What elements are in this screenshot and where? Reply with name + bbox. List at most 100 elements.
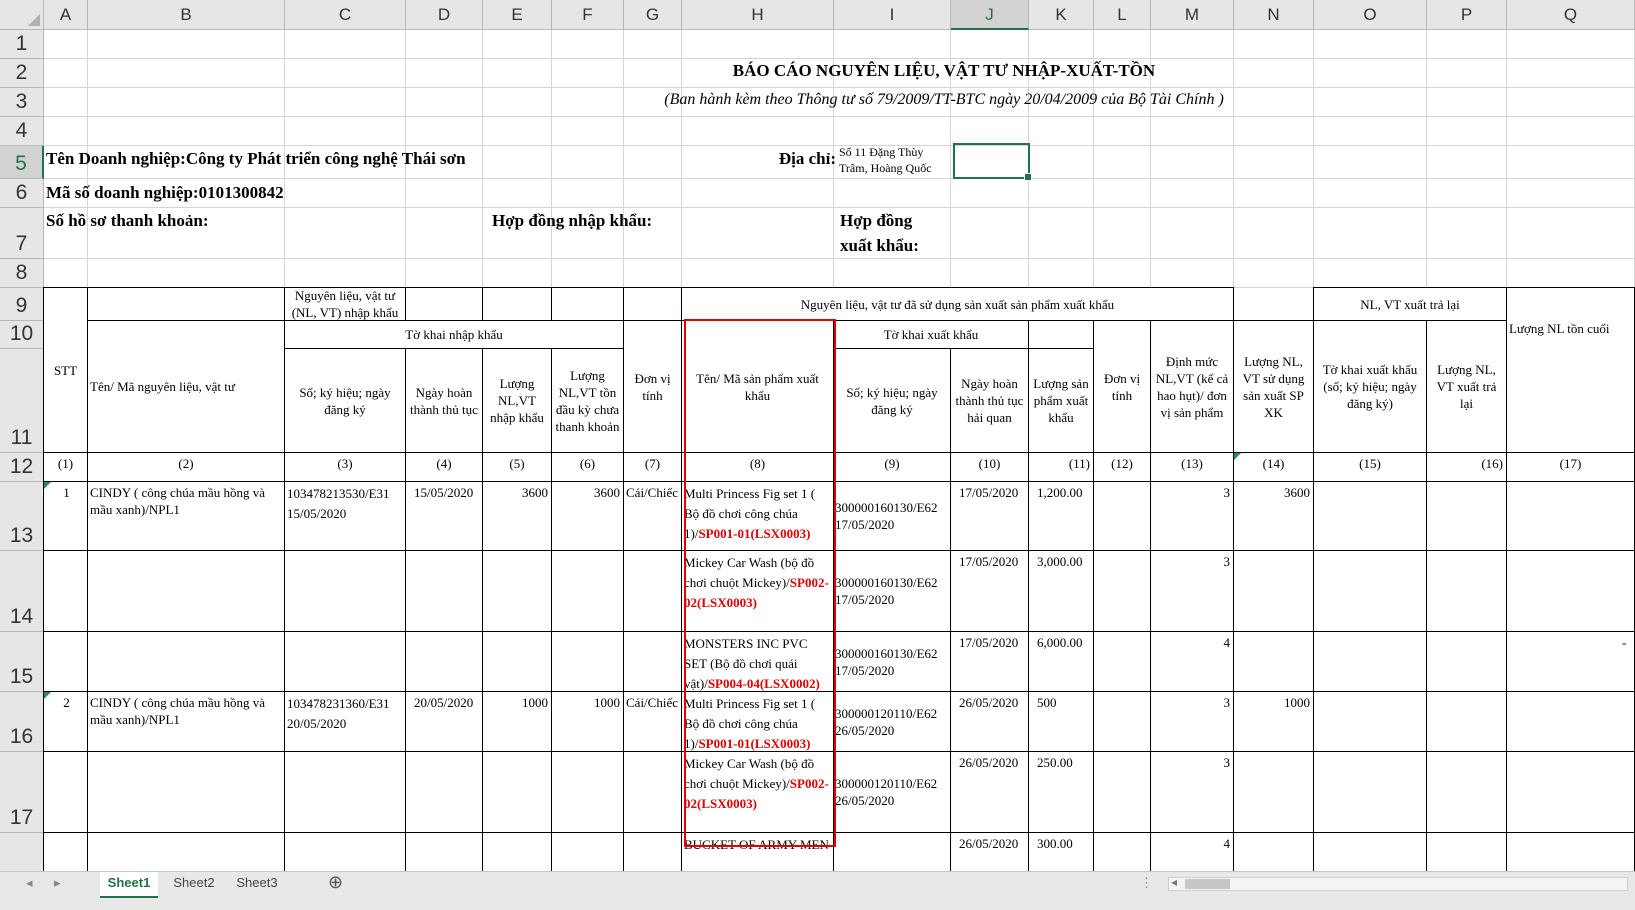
column-header-q[interactable]: Q [1507, 0, 1635, 30]
cell-unit2[interactable] [1093, 481, 1151, 551]
col-number-17[interactable]: (17) [1506, 452, 1635, 482]
row-header-12[interactable]: 12 [0, 453, 44, 482]
col-number-13[interactable]: (13) [1150, 452, 1234, 482]
column-header-n[interactable]: N [1234, 0, 1314, 30]
add-sheet-icon[interactable]: ⊕ [328, 872, 343, 893]
cell-import-qty[interactable]: 1000 [482, 691, 552, 752]
header-used-qty[interactable]: Lượng NL, VT sử dụng sản xuất SP XK [1233, 320, 1314, 453]
address-label[interactable]: Địa chỉ: [699, 144, 839, 174]
cell-import-qty[interactable] [482, 832, 552, 872]
header-product[interactable]: Tên/ Mã sản phẩm xuất khẩu [681, 320, 834, 453]
cell-remain-qty[interactable] [551, 631, 624, 692]
sheet-tab-sheet2[interactable]: Sheet2 [165, 872, 223, 896]
cell-stt[interactable] [43, 832, 88, 872]
cell-norm[interactable]: 4 [1150, 631, 1234, 692]
header-unit2[interactable]: Đơn vị tính [1093, 320, 1151, 453]
tax-code[interactable]: Mã số doanh nghiệp:0101300842 [46, 180, 766, 206]
row-header-7[interactable]: 7 [0, 208, 44, 259]
cell-used-qty[interactable] [1233, 631, 1314, 692]
row-header-16[interactable]: 16 [0, 692, 44, 752]
col-number-6[interactable]: (6) [551, 452, 624, 482]
cell-import-qty[interactable] [482, 751, 552, 833]
sheet-tab-sheet3[interactable]: Sheet3 [228, 872, 286, 896]
header-export-qty[interactable]: Lượng sản phẩm xuất khẩu [1028, 348, 1094, 453]
column-header-m[interactable]: M [1151, 0, 1234, 30]
column-header-c[interactable]: C [285, 0, 406, 30]
header-ret-qty[interactable]: Lượng NL, VT xuất trả lại [1426, 320, 1507, 453]
cell-import-no[interactable]: 103478213530/E31 15/05/2020 [284, 481, 406, 551]
cell-export-no[interactable]: 300000160130/E62 17/05/2020 [833, 631, 951, 692]
company-name[interactable]: Tên Doanh nghiệp:Công ty Phát triển công… [46, 144, 766, 174]
cell-remain-qty[interactable] [551, 550, 624, 632]
cell-unit2[interactable] [1093, 631, 1151, 692]
cell-ret-decl[interactable] [1313, 631, 1427, 692]
cell-stt[interactable]: 2 [43, 691, 88, 752]
cell-material[interactable]: CINDY ( công chúa mầu hồng và mầu xanh)/… [87, 691, 285, 752]
cell-ret-decl[interactable] [1313, 832, 1427, 872]
cell-end-qty[interactable] [1506, 691, 1635, 752]
cell-used-qty[interactable] [1233, 751, 1314, 833]
cell-norm[interactable]: 3 [1150, 550, 1234, 632]
cell-end-qty[interactable] [1506, 481, 1635, 551]
cell-import-no[interactable]: 103478231360/E31 20/05/2020 [284, 691, 406, 752]
col-number-2[interactable]: (2) [87, 452, 285, 482]
header-blank-g[interactable] [623, 287, 682, 321]
scroll-thumb[interactable] [1185, 879, 1230, 889]
row-header-6[interactable]: 6 [0, 179, 44, 208]
cell-ret-decl[interactable] [1313, 751, 1427, 833]
cell-unit2[interactable] [1093, 550, 1151, 632]
header-export-date[interactable]: Ngày hoàn thành thủ tục hải quan [950, 348, 1029, 453]
column-header-a[interactable]: A [44, 0, 88, 30]
cell-product[interactable]: Multi Princess Fig set 1 ( Bộ đồ chơi cô… [681, 481, 834, 551]
cell-import-date[interactable]: 20/05/2020 [405, 691, 483, 752]
cell-material[interactable] [87, 550, 285, 632]
column-header-j[interactable]: J [951, 0, 1029, 30]
column-header-d[interactable]: D [406, 0, 483, 30]
col-number-1[interactable]: (1) [43, 452, 88, 482]
cell-export-date[interactable]: 26/05/2020 [950, 691, 1029, 752]
cell-remain-qty[interactable] [551, 751, 624, 833]
cell-import-no[interactable] [284, 550, 406, 632]
header-import-no[interactable]: Số; ký hiệu; ngày đăng ký [284, 348, 406, 453]
scroll-left-button[interactable]: ◂ [1171, 875, 1177, 889]
column-header-o[interactable]: O [1314, 0, 1427, 30]
header-ret-decl[interactable]: Tờ khai xuất khẩu (số; ký hiệu; ngày đăn… [1313, 320, 1427, 453]
cell-material[interactable] [87, 832, 285, 872]
cell-material[interactable]: CINDY ( công chúa mầu hồng và mầu xanh)/… [87, 481, 285, 551]
col-number-12[interactable]: (12) [1093, 452, 1151, 482]
header-material-top[interactable] [87, 287, 285, 321]
header-end-qty[interactable]: Lượng NL tồn cuối [1506, 287, 1635, 453]
cell-import-date[interactable] [405, 550, 483, 632]
cell-unit[interactable] [623, 832, 682, 872]
cell-material[interactable] [87, 631, 285, 692]
col-number-11[interactable]: (11) [1028, 452, 1094, 482]
cell-import-no[interactable] [284, 832, 406, 872]
cell-export-date[interactable]: 26/05/2020 [950, 832, 1029, 872]
cell-ret-qty[interactable] [1426, 631, 1507, 692]
cell-unit[interactable] [623, 550, 682, 632]
dossier-label[interactable]: Số hồ sơ thanh khoản: [46, 208, 466, 234]
cell-ret-qty[interactable] [1426, 751, 1507, 833]
col-number-7[interactable]: (7) [623, 452, 682, 482]
row-header-1[interactable]: 1 [0, 30, 44, 59]
import-contract-label[interactable]: Hợp đồng nhập khẩu: [492, 208, 792, 234]
column-header-p[interactable]: P [1427, 0, 1507, 30]
column-header-l[interactable]: L [1094, 0, 1151, 30]
cell-remain-qty[interactable] [551, 832, 624, 872]
options-icon[interactable]: ⋮ [1140, 875, 1153, 891]
cell-end-qty[interactable] [1506, 631, 1635, 692]
header-export-decl[interactable]: Tờ khai xuất khẩu [833, 320, 1029, 349]
cell-unit[interactable] [623, 751, 682, 833]
col-number-16[interactable]: (16) [1426, 452, 1507, 482]
cell-ret-decl[interactable] [1313, 691, 1427, 752]
column-header-k[interactable]: K [1029, 0, 1094, 30]
cell-remain-qty[interactable]: 3600 [551, 481, 624, 551]
cell-unit2[interactable] [1093, 691, 1151, 752]
col-number-8[interactable]: (8) [681, 452, 834, 482]
cell-export-no[interactable] [833, 832, 951, 872]
row-header-5[interactable]: 5 [0, 146, 44, 179]
header-export-no[interactable]: Số; ký hiệu; ngày đăng ký [833, 348, 951, 453]
cell-ret-qty[interactable] [1426, 481, 1507, 551]
horizontal-scrollbar[interactable]: ◂ [1168, 875, 1628, 891]
report-subtitle[interactable]: (Ban hành kèm theo Thông tư số 79/2009/T… [444, 87, 1444, 113]
